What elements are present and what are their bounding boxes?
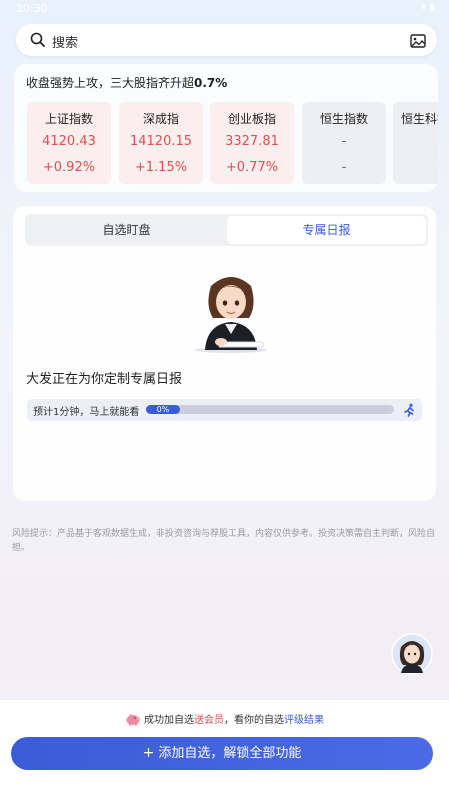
status-icons: ▾ ▮ [421, 2, 435, 13]
index-cards: 上证指数 4120.43 +0.92% 深成指 14120.15 +1.15% … [27, 102, 438, 184]
index-card-cyb[interactable]: 创业板指 3327.81 +0.77% [210, 102, 294, 184]
index-change: +0.77% [225, 160, 279, 175]
headline-text: 收盘强势上攻，三大股指齐升超 [26, 76, 195, 90]
report-progress: 预计1分钟，马上就能看 0% [27, 399, 422, 421]
eta-text: 预计1分钟，马上就能看 [33, 407, 140, 418]
report-panel: 自选盯盘 专属日报 大发正在为你定制专属日报 预计1分钟，马上就能看 0% [13, 206, 436, 501]
index-name: 创业板指 [227, 112, 276, 126]
tab-watchlist[interactable]: 自选盯盘 [27, 216, 226, 244]
add-watchlist-button[interactable]: + 添加自选，解锁全部功能 [11, 737, 433, 770]
plus-icon: + [142, 745, 155, 761]
assistant-illustration [191, 272, 271, 358]
index-value: 3327.81 [225, 134, 279, 149]
index-card-hsi[interactable]: 恒生指数 - - [302, 102, 386, 184]
index-change: - [341, 160, 347, 175]
promo-part2: ，看你的自选 [224, 715, 284, 726]
index-value: 14120.15 [129, 134, 193, 149]
market-overview: 收盘强势上攻，三大股指齐升超0.7% 上证指数 4120.43 +0.92% 深… [14, 64, 438, 192]
status-time: 10:30 [16, 2, 48, 15]
piggy-icon [125, 712, 141, 729]
tab-daily-report[interactable]: 专属日报 [227, 216, 426, 244]
index-change: +0.92% [42, 160, 96, 175]
index-name: 恒生指数 [319, 112, 368, 126]
panel-tabs: 自选盯盘 专属日报 [25, 214, 428, 246]
image-icon[interactable] [410, 33, 426, 52]
promo-link-vip[interactable]: 送会员 [194, 715, 224, 726]
building-message: 大发正在为你定制专属日报 [26, 372, 183, 387]
status-bar: 10:30 ▾ ▮ [0, 0, 449, 18]
runner-icon [402, 402, 416, 421]
promo-part1: 成功加自选 [144, 715, 194, 726]
progress-fill: 0% [146, 405, 180, 414]
index-value: - [341, 134, 347, 149]
promo-link-rating[interactable]: 评级结果 [284, 715, 324, 726]
add-watchlist-label: 添加自选，解锁全部功能 [158, 746, 302, 761]
headline-value: 0.7% [194, 76, 228, 90]
bottom-bar: 成功加自选送会员，看你的自选评级结果 + 添加自选，解锁全部功能 [0, 700, 449, 799]
index-card-sh[interactable]: 上证指数 4120.43 +0.92% [27, 102, 111, 184]
risk-notice: 风险提示：产品基于客观数据生成，非投资咨询与荐股工具，内容仅供参考。投资决策需自… [12, 529, 436, 553]
promo-text: 成功加自选送会员，看你的自选评级结果 [0, 711, 449, 729]
market-headline: 收盘强势上攻，三大股指齐升超0.7% [26, 74, 227, 91]
search-bar[interactable]: 搜索 [16, 24, 437, 56]
index-name: 深成指 [142, 112, 179, 126]
search-icon [30, 32, 46, 52]
index-card-sz[interactable]: 深成指 14120.15 +1.15% [119, 102, 203, 184]
index-name: 上证指数 [44, 112, 93, 126]
assistant-avatar-button[interactable] [391, 633, 433, 679]
index-change: +1.15% [134, 160, 188, 175]
index-value: 4120.43 [42, 134, 96, 149]
progress-track: 0% [146, 405, 394, 414]
search-input[interactable]: 搜索 [52, 32, 78, 51]
index-card-hstech[interactable]: 恒生科技 - - [393, 102, 438, 184]
index-name: 恒生科技 [401, 112, 438, 126]
